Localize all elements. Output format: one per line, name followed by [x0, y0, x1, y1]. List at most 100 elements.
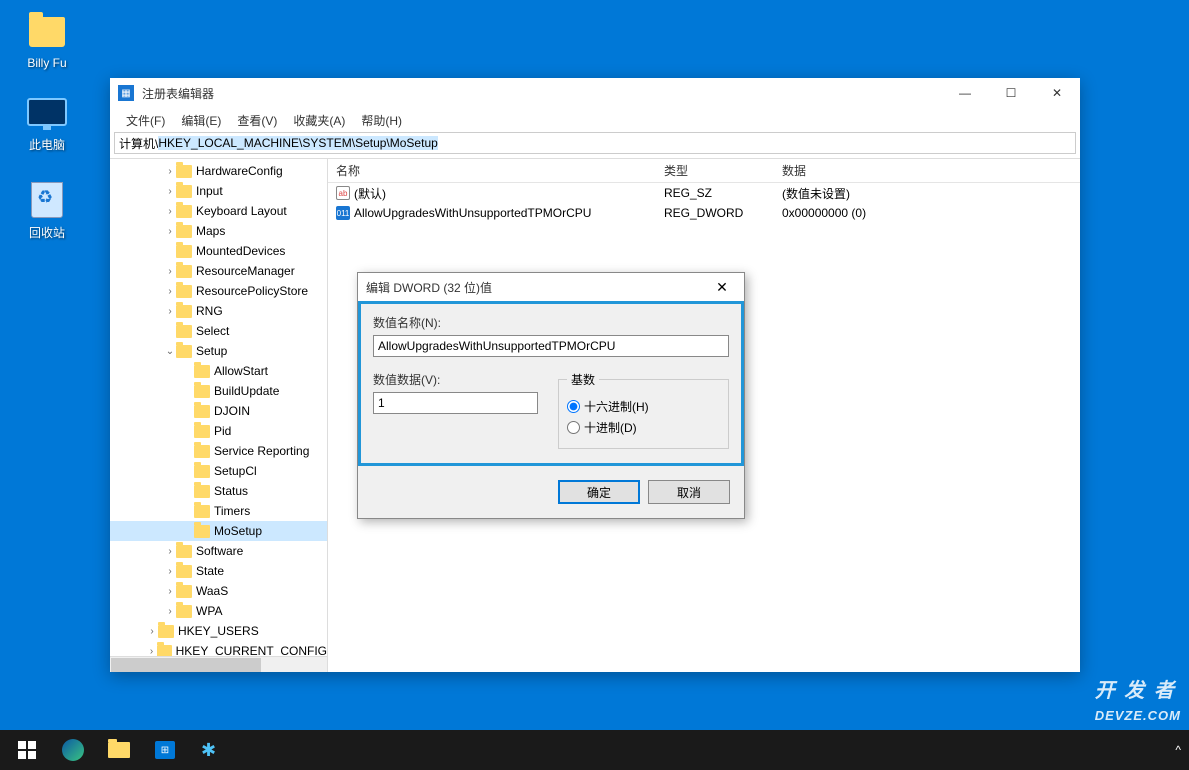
desktop-icon-recycle[interactable]: 回收站 [12, 180, 82, 241]
tree-node-mounteddevices[interactable]: MountedDevices [110, 241, 327, 261]
value-name-input[interactable] [373, 335, 729, 357]
menu-file[interactable]: 文件(F) [118, 110, 173, 131]
chevron-icon[interactable]: ⌄ [164, 346, 176, 357]
tree-node-keyboard-layout[interactable]: ›Keyboard Layout [110, 201, 327, 221]
tree-node-status[interactable]: Status [110, 481, 327, 501]
chevron-icon[interactable]: › [164, 566, 176, 577]
list-row[interactable]: ab(默认)REG_SZ(数值未设置) [328, 183, 1080, 203]
chevron-icon[interactable]: › [164, 286, 176, 297]
taskbar-edge[interactable] [50, 730, 96, 770]
col-type[interactable]: 类型 [656, 162, 774, 179]
tree-node-mosetup[interactable]: MoSetup [110, 521, 327, 541]
taskbar-store[interactable]: ⊞ [142, 730, 188, 770]
tree-node-djoin[interactable]: DJOIN [110, 401, 327, 421]
folder-icon [176, 545, 192, 558]
folder-icon [176, 165, 192, 178]
taskbar-app[interactable]: ✱ [188, 730, 234, 770]
tree-node-pid[interactable]: Pid [110, 421, 327, 441]
tree-node-label: MoSetup [214, 524, 262, 538]
folder-icon [176, 565, 192, 578]
col-data[interactable]: 数据 [774, 162, 1080, 179]
tree-node-label: HardwareConfig [196, 164, 283, 178]
radio-hex[interactable] [567, 400, 580, 413]
tree-node-label: Pid [214, 424, 231, 438]
radio-dec[interactable] [567, 421, 580, 434]
tree-node-label: ResourcePolicyStore [196, 284, 308, 298]
tree-node-label: Maps [196, 224, 225, 238]
tree-node-rng[interactable]: ›RNG [110, 301, 327, 321]
tree-node-service-reporting[interactable]: Service Reporting [110, 441, 327, 461]
tree-node-buildupdate[interactable]: BuildUpdate [110, 381, 327, 401]
chevron-icon[interactable]: › [164, 226, 176, 237]
dialog-close-button[interactable]: ✕ [708, 279, 736, 296]
folder-icon [158, 625, 174, 638]
taskbar[interactable]: ⊞ ✱ [0, 730, 1189, 770]
chevron-icon[interactable]: › [146, 646, 157, 657]
menu-help[interactable]: 帮助(H) [353, 110, 410, 131]
start-button[interactable] [4, 730, 50, 770]
ok-button[interactable]: 确定 [558, 480, 640, 504]
chevron-icon[interactable]: › [164, 306, 176, 317]
chevron-icon[interactable]: › [164, 186, 176, 197]
chevron-icon[interactable]: › [164, 586, 176, 597]
radio-dec-label: 十进制(D) [584, 419, 637, 436]
menu-edit[interactable]: 编辑(E) [173, 110, 229, 131]
tree-node-label: Input [196, 184, 223, 198]
tree-node-label: Select [196, 324, 229, 338]
menu-view[interactable]: 查看(V) [229, 110, 285, 131]
window-title: 注册表编辑器 [142, 85, 942, 102]
minimize-button[interactable]: — [942, 78, 988, 108]
tray-chevron-icon[interactable]: ^ [1175, 743, 1181, 757]
tree-node-select[interactable]: Select [110, 321, 327, 341]
tree-node-waas[interactable]: › WaaS [110, 581, 327, 601]
dialog-titlebar[interactable]: 编辑 DWORD (32 位)值 ✕ [358, 273, 744, 301]
desktop-icon-label: Billy Fu [12, 56, 82, 70]
horizontal-scrollbar[interactable] [110, 656, 327, 672]
list-row[interactable]: 011AllowUpgradesWithUnsupportedTPMOrCPUR… [328, 203, 1080, 223]
scrollbar-thumb[interactable] [111, 658, 261, 672]
tree-node-hardwareconfig[interactable]: › HardwareConfig [110, 161, 327, 181]
taskbar-explorer[interactable] [96, 730, 142, 770]
chevron-icon[interactable]: › [164, 546, 176, 557]
tree-node-label: WaaS [196, 584, 228, 598]
folder-icon [176, 305, 192, 318]
address-bar[interactable]: 计算机\HKEY_LOCAL_MACHINE\SYSTEM\Setup\MoSe… [114, 132, 1076, 154]
chevron-icon[interactable]: › [164, 606, 176, 617]
col-name[interactable]: 名称 [328, 162, 656, 179]
tree-node-hkey-users[interactable]: ›HKEY_USERS [110, 621, 327, 641]
edit-dword-dialog: 编辑 DWORD (32 位)值 ✕ 数值名称(N): 数值数据(V): 基数 … [357, 272, 745, 519]
tree-node-maps[interactable]: › Maps [110, 221, 327, 241]
close-button[interactable]: ✕ [1034, 78, 1080, 108]
tree-node-setupcl[interactable]: SetupCl [110, 461, 327, 481]
tree-node-timers[interactable]: Timers [110, 501, 327, 521]
tree-node-setup[interactable]: ⌄Setup [110, 341, 327, 361]
chevron-icon[interactable]: › [164, 166, 176, 177]
tree-node-input[interactable]: › Input [110, 181, 327, 201]
radio-hex-label: 十六进制(H) [584, 398, 649, 415]
chevron-icon[interactable]: › [146, 626, 158, 637]
chevron-icon[interactable]: › [164, 266, 176, 277]
tree-node-resourcepolicystore[interactable]: › ResourcePolicyStore [110, 281, 327, 301]
value-type-icon: ab [336, 186, 350, 200]
tree-node-allowstart[interactable]: AllowStart [110, 361, 327, 381]
cancel-button[interactable]: 取消 [648, 480, 730, 504]
desktop-icon-pc[interactable]: 此电脑 [12, 92, 82, 153]
folder-icon [176, 265, 192, 278]
system-tray[interactable]: ^ [1175, 730, 1181, 770]
value-data-input[interactable] [373, 392, 538, 414]
desktop-icon-user[interactable]: Billy Fu [12, 12, 82, 70]
base-fieldset: 基数 十六进制(H) 十进制(D) [558, 371, 729, 449]
tree-node-state[interactable]: ›State [110, 561, 327, 581]
tree-panel[interactable]: ›HardwareConfig›Input›Keyboard Layout›Ma… [110, 159, 328, 672]
window-controls: — ☐ ✕ [942, 78, 1080, 108]
tree-node-resourcemanager[interactable]: ›ResourceManager [110, 261, 327, 281]
radio-dec-row[interactable]: 十进制(D) [567, 419, 720, 436]
titlebar[interactable]: ▦ 注册表编辑器 — ☐ ✕ [110, 78, 1080, 108]
maximize-button[interactable]: ☐ [988, 78, 1034, 108]
menu-favorites[interactable]: 收藏夹(A) [285, 110, 353, 131]
folder-icon [176, 325, 192, 338]
tree-node-software[interactable]: ›Software [110, 541, 327, 561]
radio-hex-row[interactable]: 十六进制(H) [567, 398, 720, 415]
tree-node-wpa[interactable]: ›WPA [110, 601, 327, 621]
chevron-icon[interactable]: › [164, 206, 176, 217]
